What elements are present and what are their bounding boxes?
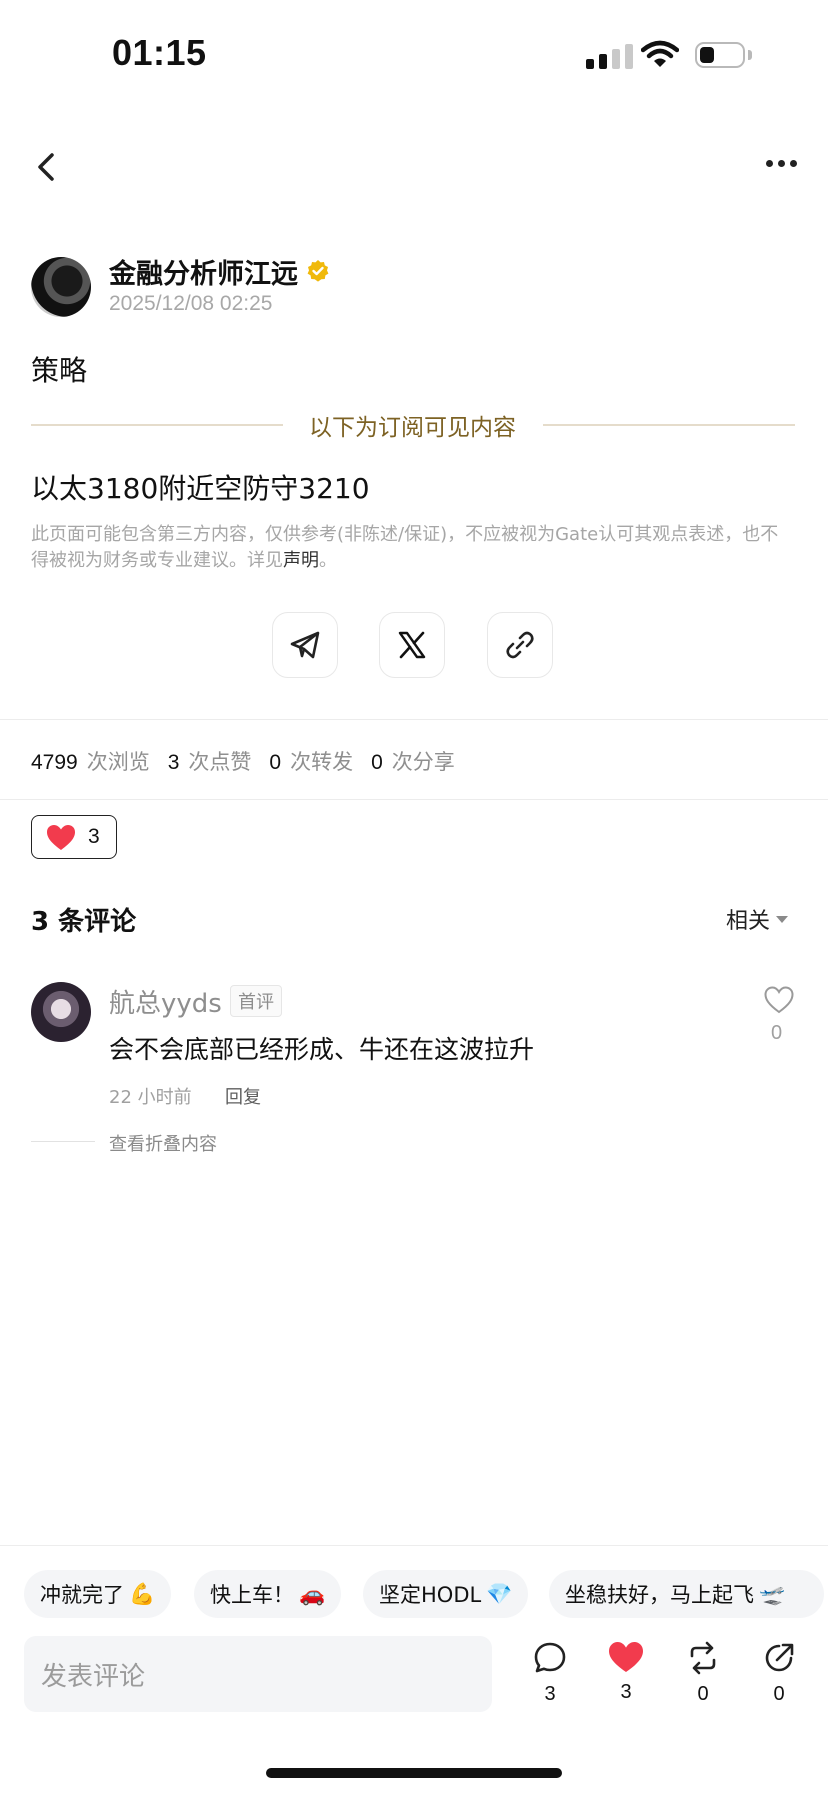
chip-text: 冲就完了 [40, 1583, 124, 1607]
repost-count: 0 [697, 1683, 709, 1705]
comment-count: 3 [544, 1683, 556, 1705]
disclaimer-end: 。 [319, 550, 337, 571]
commenter-avatar[interactable] [31, 982, 91, 1042]
battery-icon [695, 42, 745, 68]
status-time: 01:15 [112, 32, 207, 73]
comment-bubble-icon [534, 1642, 566, 1673]
like-action-button[interactable]: 3 [598, 1641, 654, 1704]
caret-down-icon [776, 915, 789, 923]
like-count: 3 [620, 1681, 632, 1703]
verified-badge-icon [306, 259, 330, 283]
telegram-icon [290, 631, 320, 659]
comment-action-button[interactable]: 3 [522, 1641, 578, 1706]
bottom-separator [0, 1545, 828, 1546]
reply-button[interactable]: 回复 [225, 1083, 261, 1109]
post-stats: 4799 次浏览 3 次点赞 0 次转发 0 次分享 [31, 746, 473, 776]
disclaimer-text: 此页面可能包含第三方内容，仅供参考(非陈述/保证)，不应被视为Gate认可其观点… [31, 524, 779, 571]
chip-text: 坚定HODL [379, 1583, 482, 1607]
post-timestamp: 2025/12/08 02:25 [109, 292, 273, 315]
link-icon [506, 631, 534, 659]
car-icon: 🚗 [299, 1581, 326, 1606]
like-reaction-button[interactable]: 3 [31, 815, 117, 859]
reposts-count: 0 [269, 751, 282, 774]
flexed-biceps-icon: 💪 [129, 1581, 156, 1606]
back-chevron-icon[interactable] [30, 150, 64, 188]
comment-input[interactable]: 发表评论 [24, 1636, 492, 1712]
repost-icon [690, 1641, 716, 1675]
shares-label: 次分享 [391, 750, 455, 774]
disclaimer-link[interactable]: 声明 [283, 550, 319, 571]
cellular-signal-icon [586, 44, 633, 69]
home-indicator[interactable] [266, 1768, 562, 1778]
reaction-count: 3 [88, 825, 100, 848]
heart-icon [47, 824, 75, 850]
repost-action-button[interactable]: 0 [675, 1641, 731, 1706]
quick-reply-chip[interactable]: 坐稳扶好，马上起飞 🛫 [549, 1570, 824, 1618]
share-count: 0 [773, 1683, 785, 1705]
divider-left [31, 424, 283, 426]
separator [0, 719, 828, 720]
wifi-icon [640, 40, 680, 72]
share-arrow-icon [765, 1643, 794, 1672]
x-icon [398, 631, 426, 659]
separator [0, 799, 828, 800]
comment-time: 22 小时前 [109, 1087, 192, 1108]
author-avatar[interactable] [31, 257, 91, 317]
reposts-label: 次转发 [290, 750, 354, 774]
post-content: 以太3180附近空防守3210 [31, 472, 370, 505]
battery-tip [748, 50, 752, 60]
divider-right [543, 424, 795, 426]
comment-input-placeholder: 发表评论 [41, 1661, 146, 1692]
likes-label: 次点赞 [188, 750, 252, 774]
commenter-name[interactable]: 航总yyds [109, 983, 222, 1020]
comments-title: 3 条评论 [31, 907, 137, 937]
comment-like-count: 0 [771, 1022, 783, 1044]
author-name[interactable]: 金融分析师江远 [109, 252, 298, 291]
comment-text: 会不会底部已经形成、牛还在这波拉升 [109, 1035, 535, 1064]
chip-text: 快上车！ [210, 1583, 294, 1607]
share-x-button[interactable] [379, 612, 445, 678]
post-title: 策略 [31, 354, 88, 387]
quick-reply-chip[interactable]: 坚定HODL 💎 [363, 1570, 529, 1618]
quick-reply-chip[interactable]: 快上车！ 🚗 [194, 1570, 342, 1618]
fold-divider [31, 1141, 95, 1142]
views-count: 4799 [31, 751, 78, 774]
gem-icon: 💎 [486, 1581, 513, 1606]
views-label: 次浏览 [86, 750, 150, 774]
quick-reply-chip[interactable]: 冲就完了 💪 [24, 1570, 172, 1618]
sort-label: 相关 [726, 909, 771, 934]
comment-like-heart-icon[interactable] [764, 986, 794, 1018]
comment-sort-dropdown[interactable]: 相关 [726, 903, 789, 935]
view-folded-comments[interactable]: 查看折叠内容 [109, 1130, 217, 1156]
share-action-button[interactable]: 0 [751, 1641, 807, 1706]
heart-filled-icon [609, 1642, 643, 1672]
more-options-icon[interactable] [766, 160, 797, 167]
shares-count: 0 [371, 751, 383, 774]
likes-count: 3 [167, 751, 180, 774]
share-telegram-button[interactable] [272, 612, 338, 678]
chip-text: 坐稳扶好，马上起飞 [565, 1583, 754, 1607]
disclaimer: 此页面可能包含第三方内容，仅供参考(非陈述/保证)，不应被视为Gate认可其观点… [31, 522, 791, 574]
airplane-departure-icon: 🛫 [759, 1581, 786, 1606]
share-link-button[interactable] [487, 612, 553, 678]
subscription-divider-label: 以下为订阅可见内容 [309, 415, 516, 441]
first-comment-badge: 首评 [230, 985, 282, 1017]
